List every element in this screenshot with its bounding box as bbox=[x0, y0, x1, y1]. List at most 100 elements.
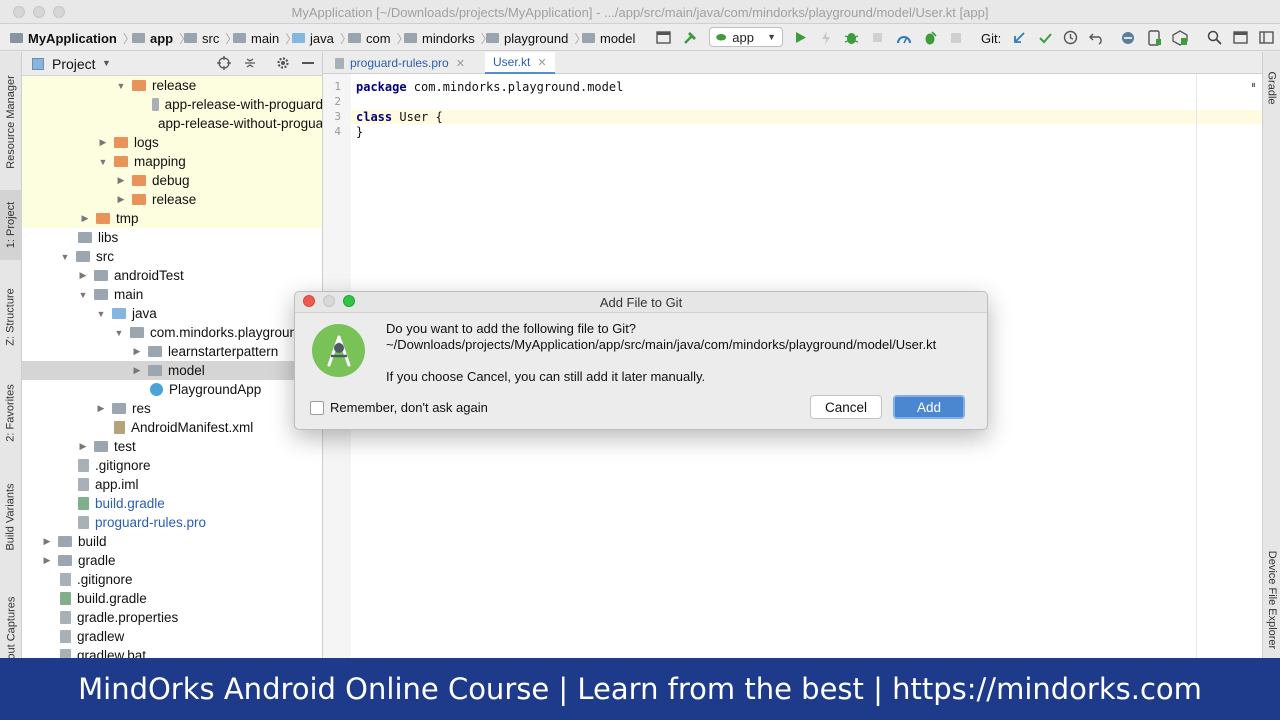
git-commit-icon[interactable] bbox=[1036, 29, 1053, 46]
cancel-button[interactable]: Cancel bbox=[810, 395, 882, 419]
breadcrumb-item[interactable]: app〉 bbox=[132, 29, 191, 47]
tree-item[interactable]: libs bbox=[22, 228, 322, 247]
add-button[interactable]: Add bbox=[893, 395, 965, 419]
tree-item[interactable]: build.gradle bbox=[22, 494, 322, 513]
tool-tab-structure[interactable]: Z: Structure bbox=[0, 282, 22, 352]
expanded-arrow-icon[interactable]: ▼ bbox=[114, 328, 124, 338]
tree-item-selected[interactable]: ▶ model bbox=[22, 361, 322, 380]
locate-target-icon[interactable] bbox=[217, 56, 231, 73]
tree-item[interactable]: ▶ logs bbox=[22, 133, 322, 152]
expanded-arrow-icon[interactable]: ▼ bbox=[98, 157, 108, 167]
tree-item[interactable]: ▼ main bbox=[22, 285, 322, 304]
remember-checkbox-label[interactable]: Remember, don't ask again bbox=[330, 400, 488, 415]
tree-item[interactable]: app-release-with-proguard bbox=[22, 95, 322, 114]
close-icon[interactable]: ✕ bbox=[537, 56, 546, 69]
profile-icon[interactable] bbox=[895, 29, 912, 46]
tree-item[interactable]: PlaygroundApp bbox=[22, 380, 322, 399]
tree-item[interactable]: ▼ src bbox=[22, 247, 322, 266]
gear-icon[interactable] bbox=[276, 56, 290, 73]
tree-item[interactable]: AndroidManifest.xml bbox=[22, 418, 322, 437]
debug-icon[interactable] bbox=[843, 29, 860, 46]
tree-item[interactable]: ▶ test bbox=[22, 437, 322, 456]
tree-item[interactable]: app.iml bbox=[22, 475, 322, 494]
history-icon[interactable] bbox=[1062, 29, 1079, 46]
collapse-all-icon[interactable] bbox=[243, 56, 257, 73]
breadcrumb-item[interactable]: model bbox=[582, 29, 635, 47]
breadcrumb-item[interactable]: playground 〉 bbox=[486, 29, 586, 47]
collapsed-arrow-icon[interactable]: ▶ bbox=[116, 194, 126, 205]
project-structure-icon[interactable] bbox=[655, 29, 672, 46]
breadcrumb-item[interactable]: mindorks〉 bbox=[404, 29, 493, 47]
tree-item[interactable]: ▼ java bbox=[22, 304, 322, 323]
tree-item[interactable]: proguard-rules.pro bbox=[22, 513, 322, 532]
expanded-arrow-icon[interactable]: ▼ bbox=[116, 81, 126, 91]
breadcrumb-item[interactable]: src 〉 bbox=[184, 29, 237, 47]
tree-item[interactable]: ▼ release bbox=[22, 76, 322, 95]
tool-tab-resource-manager[interactable]: Resource Manager bbox=[0, 62, 22, 182]
expanded-arrow-icon[interactable]: ▼ bbox=[96, 309, 106, 319]
tree-item[interactable]: ▶ release bbox=[22, 190, 322, 209]
attach-debugger-icon[interactable] bbox=[869, 29, 886, 46]
tree-item[interactable]: ▶ learnstarterpattern bbox=[22, 342, 322, 361]
breadcrumb-item[interactable]: com 〉 bbox=[348, 29, 409, 47]
project-settings-icon[interactable] bbox=[1232, 29, 1249, 46]
collapsed-arrow-icon[interactable]: ▶ bbox=[78, 270, 88, 281]
breadcrumb-item[interactable]: main〉 bbox=[233, 29, 297, 47]
tool-tab-gradle[interactable]: Gradle bbox=[1263, 58, 1280, 118]
collapsed-arrow-icon[interactable]: ▶ bbox=[132, 365, 142, 376]
build-hammer-icon[interactable] bbox=[681, 29, 698, 46]
attach-process-icon[interactable] bbox=[921, 29, 938, 46]
collapsed-arrow-icon[interactable]: ▶ bbox=[116, 175, 126, 186]
hide-panel-icon[interactable] bbox=[302, 62, 314, 64]
tab-proguard-rules[interactable]: proguard-rules.pro ✕ bbox=[327, 52, 473, 74]
apply-changes-icon[interactable] bbox=[817, 29, 834, 46]
collapsed-arrow-icon[interactable]: ▶ bbox=[98, 137, 108, 148]
expanded-arrow-icon[interactable]: ▼ bbox=[78, 290, 88, 300]
tree-item[interactable]: ▶ res bbox=[22, 399, 322, 418]
tree-item[interactable]: ▶ androidTest bbox=[22, 266, 322, 285]
tree-item[interactable]: app-release-without-proguard bbox=[22, 114, 322, 133]
tool-tab-device-file-explorer[interactable]: Device File Explorer bbox=[1263, 542, 1280, 658]
breadcrumb-item[interactable]: MyApplication 〉 bbox=[10, 29, 135, 47]
code-line[interactable]: package com.mindorks.playground.model bbox=[356, 80, 623, 94]
close-icon[interactable]: ✕ bbox=[456, 57, 465, 70]
collapsed-arrow-icon[interactable]: ▶ bbox=[42, 555, 52, 566]
tree-item[interactable]: ▼ com.mindorks.playground bbox=[22, 323, 322, 342]
tree-item[interactable]: gradlew bbox=[22, 627, 322, 646]
collapsed-arrow-icon[interactable]: ▶ bbox=[80, 213, 90, 224]
tab-user-kt[interactable]: User.kt ✕ bbox=[485, 52, 555, 74]
project-view-title[interactable]: Project bbox=[52, 56, 96, 72]
tree-item[interactable]: build.gradle bbox=[22, 589, 322, 608]
tree-item[interactable]: .gitignore bbox=[22, 456, 322, 475]
stop-icon[interactable] bbox=[947, 29, 964, 46]
run-icon[interactable] bbox=[792, 29, 809, 46]
tree-item[interactable]: ▶ build bbox=[22, 532, 322, 551]
search-icon[interactable] bbox=[1206, 29, 1223, 46]
tool-tab-favorites[interactable]: 2: Favorites bbox=[0, 378, 22, 448]
code-line[interactable]: class User { bbox=[356, 110, 443, 124]
collapsed-arrow-icon[interactable]: ▶ bbox=[42, 536, 52, 547]
collapsed-arrow-icon[interactable]: ▶ bbox=[78, 441, 88, 452]
tree-item[interactable]: ▶ tmp bbox=[22, 209, 322, 228]
chevron-down-icon[interactable]: ▼ bbox=[102, 58, 111, 68]
tree-item[interactable]: gradle.properties bbox=[22, 608, 322, 627]
tree-item[interactable]: ▶ debug bbox=[22, 171, 322, 190]
avd-manager-icon[interactable] bbox=[1145, 29, 1162, 46]
collapsed-arrow-icon[interactable]: ▶ bbox=[132, 346, 142, 357]
tree-item[interactable]: ▶ gradle bbox=[22, 551, 322, 570]
tree-item[interactable]: .gitignore bbox=[22, 570, 322, 589]
layout-icon[interactable] bbox=[1258, 29, 1275, 46]
tree-item[interactable]: ▼ mapping bbox=[22, 152, 322, 171]
sdk-manager-icon[interactable] bbox=[1171, 29, 1188, 46]
git-update-icon[interactable] bbox=[1010, 29, 1027, 46]
breadcrumb-item[interactable]: java 〉 bbox=[292, 29, 352, 47]
code-line[interactable]: } bbox=[356, 125, 363, 139]
expanded-arrow-icon[interactable]: ▼ bbox=[60, 252, 70, 262]
rollback-icon[interactable] bbox=[1088, 29, 1105, 46]
run-configuration-select[interactable]: ⬬ app ▼ bbox=[709, 27, 783, 47]
collapsed-arrow-icon[interactable]: ▶ bbox=[96, 403, 106, 414]
sync-gradle-icon[interactable] bbox=[1119, 29, 1136, 46]
tool-tab-build-variants[interactable]: Build Variants bbox=[0, 472, 22, 562]
remember-checkbox[interactable] bbox=[310, 401, 324, 415]
tree-item[interactable]: gradlew.bat bbox=[22, 646, 322, 658]
